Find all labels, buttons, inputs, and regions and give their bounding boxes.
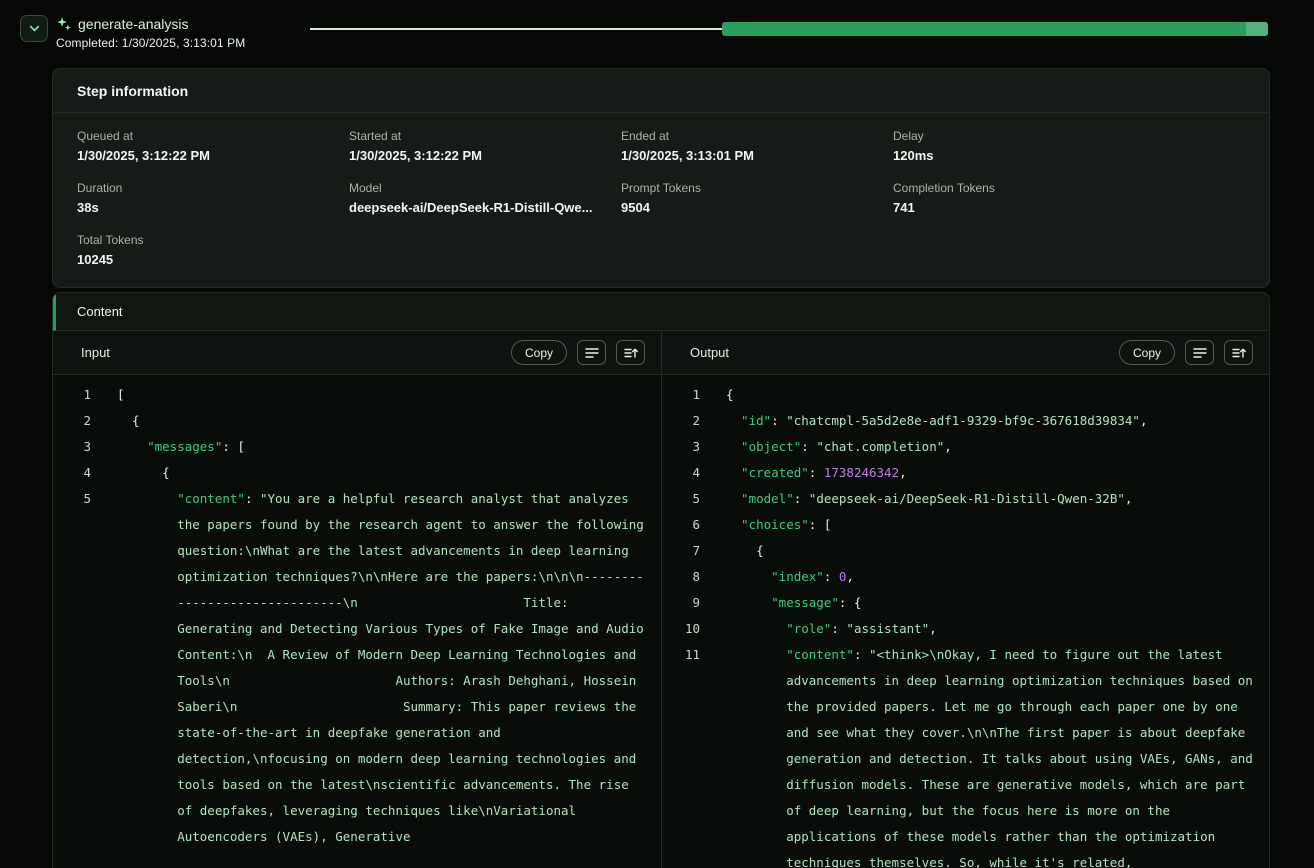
code-line: 2{ — [75, 408, 647, 434]
info-field-value: 741 — [893, 200, 1165, 215]
output-wrap-lines-button[interactable] — [1185, 340, 1214, 365]
info-field-value: 38s — [77, 200, 349, 215]
line-number: 2 — [75, 408, 91, 434]
line-number: 6 — [684, 512, 700, 538]
info-field-value: 1/30/2025, 3:12:22 PM — [77, 148, 349, 163]
content-header[interactable]: Content — [53, 293, 1269, 331]
info-field: Ended at 1/30/2025, 3:13:01 PM — [621, 129, 893, 163]
line-number: 3 — [75, 434, 91, 460]
info-field-value: 1/30/2025, 3:13:01 PM — [621, 148, 893, 163]
code-line: 1{ — [684, 382, 1255, 408]
output-copy-button[interactable]: Copy — [1119, 340, 1175, 365]
run-header: generate-analysis Completed: 1/30/2025, … — [0, 0, 1314, 58]
code-line: 11"content": "<think>\nOkay, I need to f… — [684, 642, 1255, 868]
line-number: 11 — [684, 642, 700, 868]
output-scroll-top-button[interactable] — [1224, 340, 1253, 365]
code-line: 1[ — [75, 382, 647, 408]
input-output-split: Input Copy 1[2{3"messages": [4{5" — [53, 331, 1269, 868]
line-number: 8 — [684, 564, 700, 590]
info-field: Queued at 1/30/2025, 3:12:22 PM — [77, 129, 349, 163]
line-number: 2 — [684, 408, 700, 434]
line-number: 10 — [684, 616, 700, 642]
code-line: 4{ — [75, 460, 647, 486]
code-line: 8"index": 0, — [684, 564, 1255, 590]
timeline-track — [310, 22, 1268, 36]
scroll-to-top-icon — [1232, 347, 1246, 359]
info-field-label: Started at — [349, 129, 621, 143]
info-field-label: Delay — [893, 129, 1165, 143]
input-wrap-lines-button[interactable] — [577, 340, 606, 365]
step-info-fields: Queued at1/30/2025, 3:12:22 PMStarted at… — [53, 113, 1269, 287]
output-code[interactable]: 1{2"id": "chatcmpl-5a5d2e8e-adf1-9329-bf… — [662, 375, 1269, 868]
code-line: 9"message": { — [684, 590, 1255, 616]
chevron-down-icon — [28, 22, 41, 35]
info-field: Prompt Tokens 9504 — [621, 181, 893, 215]
line-number: 1 — [684, 382, 700, 408]
info-field: Model deepseek-ai/DeepSeek-R1-Distill-Qwe… — [349, 181, 621, 215]
code-line: 5"content": "You are a helpful research … — [75, 486, 647, 850]
line-number: 5 — [684, 486, 700, 512]
scroll-to-top-icon — [624, 347, 638, 359]
input-scroll-top-button[interactable] — [616, 340, 645, 365]
info-field-value: 120ms — [893, 148, 1165, 163]
code-line: 10"role": "assistant", — [684, 616, 1255, 642]
line-number: 4 — [75, 460, 91, 486]
info-field: Duration 38s — [77, 181, 349, 215]
info-field-value: 1/30/2025, 3:12:22 PM — [349, 148, 621, 163]
timeline-span-cap — [1246, 22, 1268, 36]
input-title: Input — [81, 345, 110, 360]
content-section: Content Input Copy — [52, 292, 1270, 868]
line-number: 1 — [75, 382, 91, 408]
code-line: 3"messages": [ — [75, 434, 647, 460]
info-field-value: deepseek-ai/DeepSeek-R1-Distill-Qwe... — [349, 200, 621, 215]
info-field-label: Duration — [77, 181, 349, 195]
code-line: 7{ — [684, 538, 1255, 564]
code-line: 2"id": "chatcmpl-5a5d2e8e-adf1-9329-bf9c… — [684, 408, 1255, 434]
info-field: Completion Tokens 741 — [893, 181, 1165, 215]
input-panel: Input Copy 1[2{3"messages": [4{5" — [53, 331, 661, 868]
wrap-text-icon — [1193, 347, 1207, 359]
step-info-title: Step information — [53, 69, 1269, 113]
output-panel-header: Output Copy — [662, 331, 1269, 375]
info-field-label: Completion Tokens — [893, 181, 1165, 195]
timeline-span-bar[interactable] — [722, 22, 1268, 36]
info-field: Total Tokens 10245 — [77, 233, 349, 267]
code-line: 5"model": "deepseek-ai/DeepSeek-R1-Disti… — [684, 486, 1255, 512]
line-number: 7 — [684, 538, 700, 564]
info-field-label: Total Tokens — [77, 233, 349, 247]
wrap-text-icon — [585, 347, 599, 359]
output-panel: Output Copy 1{2"id": "chatcmpl-5a — [661, 331, 1269, 868]
content-title: Content — [77, 304, 123, 319]
input-copy-button[interactable]: Copy — [511, 340, 567, 365]
code-line: 3"object": "chat.completion", — [684, 434, 1255, 460]
code-line: 4"created": 1738246342, — [684, 460, 1255, 486]
step-title-block: generate-analysis Completed: 1/30/2025, … — [56, 16, 245, 50]
code-line: 6"choices": [ — [684, 512, 1255, 538]
info-field-label: Ended at — [621, 129, 893, 143]
input-code[interactable]: 1[2{3"messages": [4{5"content": "You are… — [53, 375, 661, 868]
timeline-baseline — [310, 28, 722, 30]
info-field: Delay 120ms — [893, 129, 1165, 163]
line-number: 5 — [75, 486, 91, 850]
sparkles-icon — [56, 16, 72, 32]
input-panel-header: Input Copy — [53, 331, 661, 375]
collapse-button[interactable] — [20, 15, 48, 42]
info-field-label: Queued at — [77, 129, 349, 143]
info-field-label: Model — [349, 181, 621, 195]
step-name: generate-analysis — [78, 16, 189, 32]
info-field-value: 9504 — [621, 200, 893, 215]
line-number: 3 — [684, 434, 700, 460]
step-information-panel: Step information Queued at1/30/2025, 3:1… — [52, 68, 1270, 288]
info-field-value: 10245 — [77, 252, 349, 267]
info-field-label: Prompt Tokens — [621, 181, 893, 195]
output-title: Output — [690, 345, 729, 360]
line-number: 4 — [684, 460, 700, 486]
completed-timestamp: Completed: 1/30/2025, 3:13:01 PM — [56, 36, 245, 50]
line-number: 9 — [684, 590, 700, 616]
info-field: Started at 1/30/2025, 3:12:22 PM — [349, 129, 621, 163]
